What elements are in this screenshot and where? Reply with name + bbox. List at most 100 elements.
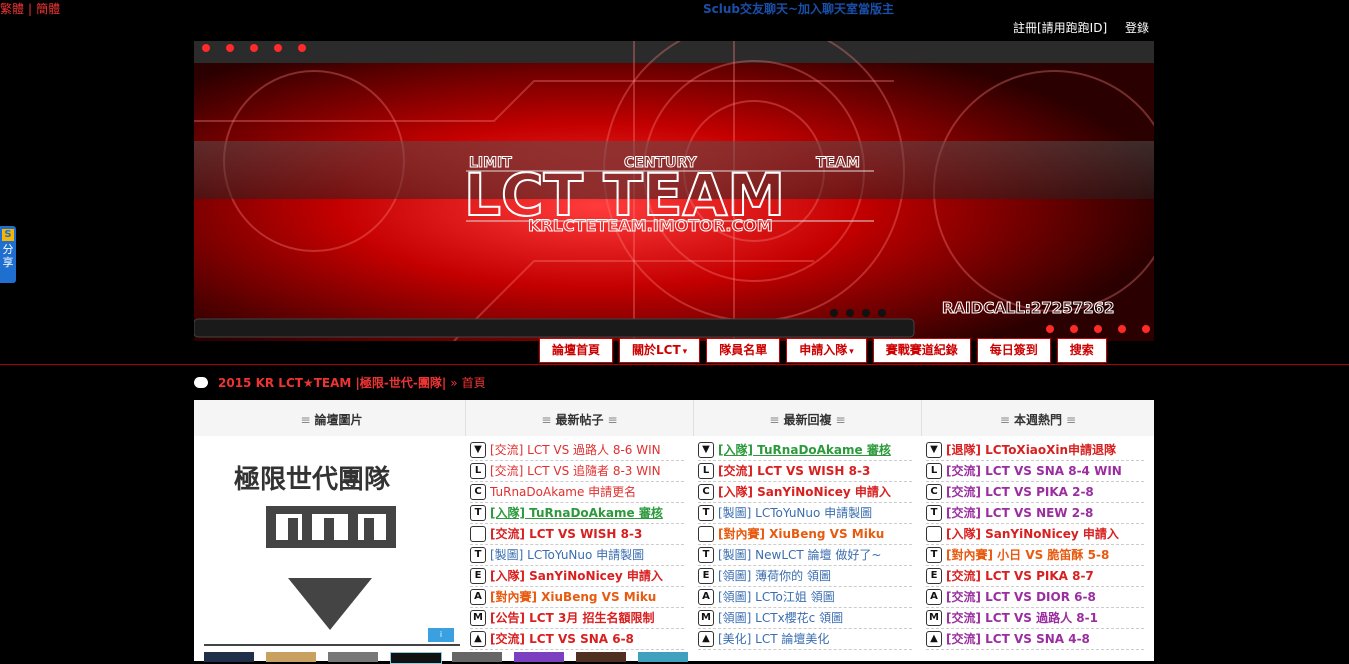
lang-simplified[interactable]: 簡體 [36,2,60,16]
thread-title[interactable]: [交流] LCT VS PIKA 2-8 [946,482,1094,502]
list-item[interactable]: L [交流] LCT VS SNA 8-4 WIN [926,461,1144,482]
thread-title[interactable]: [交流] LCT VS SNA 8-4 WIN [946,461,1122,481]
weekly-hot-list: ▼ [退隊] LCToXiaoXin申請退隊 L [交流] LCT VS SNA 8-… [926,440,1144,650]
nav-label: 申請入隊 [799,343,848,357]
nav-member-list[interactable]: 隊員名單 [706,338,781,363]
thread-type-icon: ▼ [698,442,714,458]
forum-image-slide[interactable]: 極限世代團隊 i [204,446,460,646]
thread-title[interactable]: [製圖] NewLCT 論壇 做好了~ [718,545,881,565]
breadcrumb: 2015 KR LCT★TEAM |極限-世代-團隊| » 首頁 [194,374,486,391]
thread-title[interactable]: [領圖] LCTo江姐 領圖 [718,587,835,607]
list-item[interactable]: ▲ [交流] LCT VS SNA 6-8 [470,629,684,650]
thread-type-icon: A [470,589,486,605]
list-item[interactable]: ▲ [交流] LCT VS SNA 4-8 [926,629,1144,650]
thread-type-icon: ▼ [470,442,486,458]
list-item[interactable]: M [領圖] LCTx櫻花c 領圖 [698,608,912,629]
thread-title[interactable]: [美化] LCT 論壇美化 [718,629,829,649]
nav-forum-home[interactable]: 論壇首頁 [539,338,614,363]
thread-title[interactable]: [交流] LCT VS SNA 6-8 [490,629,634,649]
list-item[interactable]: T [交流] LCT VS NEW 2-8 [926,503,1144,524]
list-item[interactable]: T [製圖] LCToYuNuo 申請製圖 [698,503,912,524]
list-item[interactable]: T [對內賽] 小日 VS 脆笛酥 5-8 [926,545,1144,566]
header-forum-image: ≡ 論壇圖片 [194,400,466,436]
breadcrumb-separator: » [450,375,458,390]
list-item[interactable]: A [交流] LCT VS DIOR 6-8 [926,587,1144,608]
thread-title[interactable]: [製圖] LCToYuNuo 申請製圖 [490,545,644,565]
list-item[interactable]: C TuRnaDoAkame 申請更名 [470,482,684,503]
register-link[interactable]: 註冊[請用跑跑ID] [1013,21,1107,35]
breadcrumb-site[interactable]: 2015 KR LCT★TEAM |極限-世代-團隊| [218,374,446,391]
thread-title[interactable]: [交流] LCT VS 過路人 8-1 [946,608,1098,628]
nav-search[interactable]: 搜索 [1056,338,1107,363]
thread-title[interactable]: [領圖] LCTx櫻花c 領圖 [718,608,843,628]
list-item[interactable]: [交流] LCT VS WISH 8-3 [470,524,684,545]
list-item[interactable]: C [入隊] SanYiNoNicey 申請入 [698,482,912,503]
thread-title[interactable]: [交流] LCT VS WISH 8-3 [490,524,642,544]
lang-traditional[interactable]: 繁體 [0,2,24,16]
list-item[interactable]: L [交流] LCT VS WISH 8-3 [698,461,912,482]
thread-title[interactable]: [入隊] SanYiNoNicey 申請入 [946,524,1119,544]
thread-type-icon: A [698,589,714,605]
thread-title[interactable]: [領圖] 薄荷你的 領圖 [718,566,831,586]
list-item[interactable]: [對內賽] XiuBeng VS Miku [698,524,912,545]
thread-title[interactable]: [交流] LCT VS 追隨者 8-3 WIN [490,461,661,481]
list-icon: ≡ [999,413,1010,427]
thread-title[interactable]: [交流] LCT VS PIKA 8-7 [946,566,1094,586]
list-item[interactable]: ▼ [退隊] LCToXiaoXin申請退隊 [926,440,1144,461]
thread-title[interactable]: [對內賽] 小日 VS 脆笛酥 5-8 [946,545,1109,565]
nav-apply-join[interactable]: 申請入隊 ▾ [786,338,867,363]
list-item[interactable]: M [公告] LCT 3月 招生名額限制 [470,608,684,629]
marquee-text[interactable]: Sclub交友聊天~加入聊天室當版主 [703,0,894,17]
login-link[interactable]: 登錄 [1125,21,1149,35]
list-item[interactable]: C [交流] LCT VS PIKA 2-8 [926,482,1144,503]
list-item[interactable]: [入隊] SanYiNoNicey 申請入 [926,524,1144,545]
thread-title[interactable]: [入隊] TuRnaDoAkame 審核 [490,503,663,523]
thread-type-icon: L [470,463,486,479]
list-icon: ≡ [1066,413,1077,427]
thread-title[interactable]: [製圖] LCToYuNuo 申請製圖 [718,503,872,523]
list-item[interactable]: E [入隊] SanYiNoNicey 申請入 [470,566,684,587]
slide-info-button[interactable]: i [428,628,454,642]
nav-about-lct[interactable]: 關於LCT ▾ [619,338,701,363]
list-item[interactable]: ▲ [美化] LCT 論壇美化 [698,629,912,650]
thread-title[interactable]: [交流] LCT VS WISH 8-3 [718,461,870,481]
list-item[interactable]: T [製圖] LCToYuNuo 申請製圖 [470,545,684,566]
list-item[interactable]: E [交流] LCT VS PIKA 8-7 [926,566,1144,587]
list-item[interactable]: A [領圖] LCTo江姐 領圖 [698,587,912,608]
list-item[interactable]: E [領圖] 薄荷你的 領圖 [698,566,912,587]
list-item[interactable]: T [入隊] TuRnaDoAkame 審核 [470,503,684,524]
list-item[interactable]: M [交流] LCT VS 過路人 8-1 [926,608,1144,629]
thumbnail[interactable] [390,652,442,664]
thread-title[interactable]: [入隊] SanYiNoNicey 申請入 [718,482,891,502]
thread-title[interactable]: TuRnaDoAkame 申請更名 [490,482,636,502]
breadcrumb-home[interactable]: 首頁 [462,374,486,391]
language-switcher: 繁體 | 簡體 [0,0,60,17]
thread-title[interactable]: [入隊] SanYiNoNicey 申請入 [490,566,663,586]
nav-label: 搜索 [1069,343,1094,357]
thread-type-icon: ▲ [926,631,942,647]
thread-type-icon: M [698,610,714,626]
thread-type-icon: L [926,463,942,479]
thread-title[interactable]: [退隊] LCToXiaoXin申請退隊 [946,440,1116,460]
list-item[interactable]: A [對內賽] XiuBeng VS Miku [470,587,684,608]
thread-title[interactable]: [入隊] TuRnaDoAkame 審核 [718,440,891,460]
thread-title[interactable]: [對內賽] XiuBeng VS Miku [490,587,656,607]
list-item[interactable]: ▼ [入隊] TuRnaDoAkame 審核 [698,440,912,461]
header-label: 論壇圖片 [314,413,363,427]
list-item[interactable]: L [交流] LCT VS 追隨者 8-3 WIN [470,461,684,482]
nav-daily-checkin[interactable]: 每日簽到 [976,338,1051,363]
thread-title[interactable]: [交流] LCT VS NEW 2-8 [946,503,1093,523]
thread-title[interactable]: [交流] LCT VS SNA 4-8 [946,629,1090,649]
latest-replies-list: ▼ [入隊] TuRnaDoAkame 審核 L [交流] LCT VS WISH 8… [698,440,912,650]
thread-title[interactable]: [對內賽] XiuBeng VS Miku [718,524,884,544]
header-label: 本週熱門 [1013,413,1062,427]
list-item[interactable]: ▼ [交流] LCT VS 過路人 8-6 WIN [470,440,684,461]
list-icon: ≡ [769,413,780,427]
list-item[interactable]: T [製圖] NewLCT 論壇 做好了~ [698,545,912,566]
nav-race-records[interactable]: 賽戰賽道紀錄 [872,338,971,363]
thread-title[interactable]: [公告] LCT 3月 招生名額限制 [490,608,655,628]
list-icon: ≡ [300,413,311,427]
share-tab[interactable]: S 分享 [0,226,16,283]
thread-title[interactable]: [交流] LCT VS DIOR 6-8 [946,587,1096,607]
thread-title[interactable]: [交流] LCT VS 過路人 8-6 WIN [490,440,661,460]
